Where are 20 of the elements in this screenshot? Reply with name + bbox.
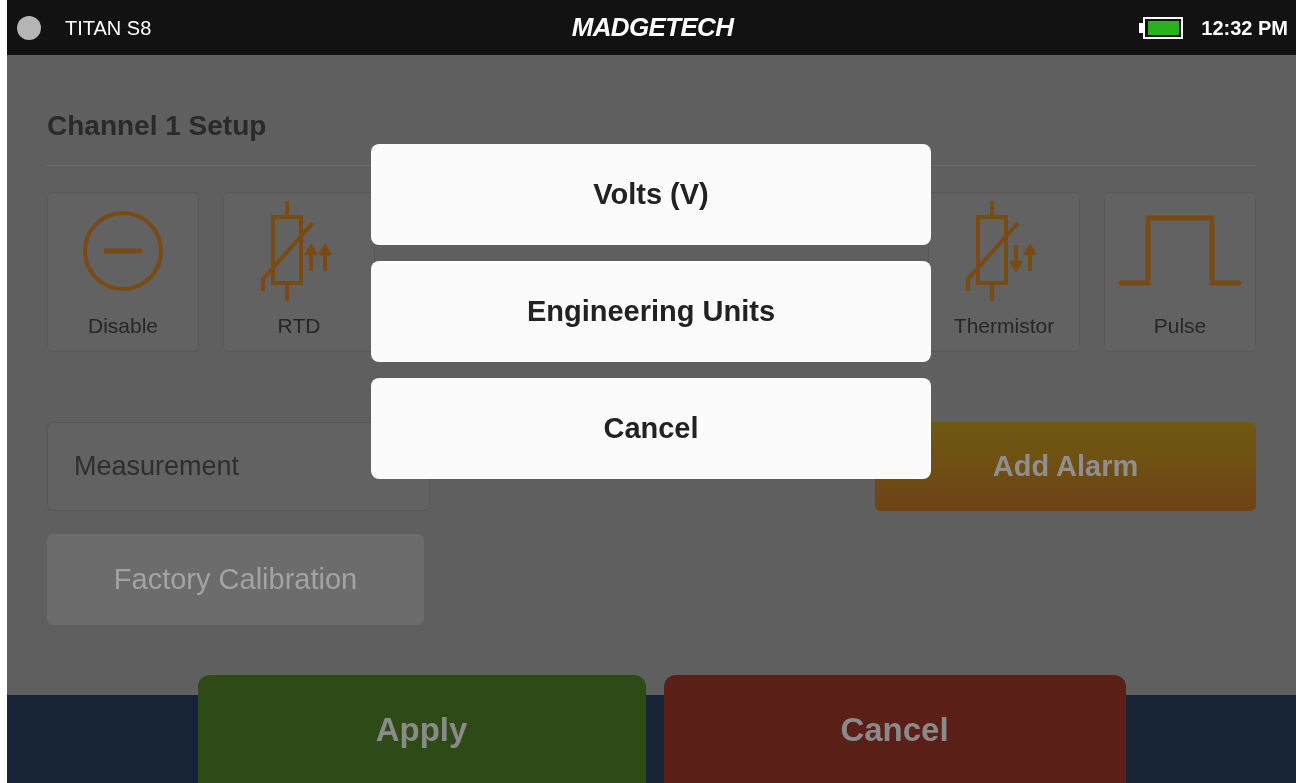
apply-button[interactable]: Apply <box>197 675 646 783</box>
sensor-type-label: Disable <box>87 312 158 339</box>
menu-option[interactable]: Volts (V) <box>371 144 931 245</box>
device-name: TITAN S8 <box>65 15 152 41</box>
sensor-type-label: RTD <box>277 312 321 339</box>
logo: MADGETECH <box>571 11 734 44</box>
sensor-type-button[interactable]: RTD <box>223 192 375 352</box>
sensor-type-label: Pulse <box>1153 312 1207 339</box>
add-alarm-button[interactable]: Add Alarm <box>875 422 1256 511</box>
sensor-type-label: Thermistor <box>953 312 1055 339</box>
minus-circle-icon <box>81 209 165 293</box>
sensor-type-button[interactable]: Pulse <box>1104 192 1256 352</box>
menu-option[interactable]: Engineering Units <box>371 261 931 362</box>
battery-icon <box>1139 16 1184 39</box>
square-wave-icon <box>1118 213 1242 289</box>
sensor-type-button[interactable]: Thermistor <box>928 192 1080 352</box>
menu-option[interactable]: Cancel <box>371 378 931 479</box>
cancel-button[interactable]: Cancel <box>663 675 1126 783</box>
clock: 12:32 PM <box>1201 15 1288 41</box>
sensor-type-button[interactable]: Disable <box>47 192 199 352</box>
